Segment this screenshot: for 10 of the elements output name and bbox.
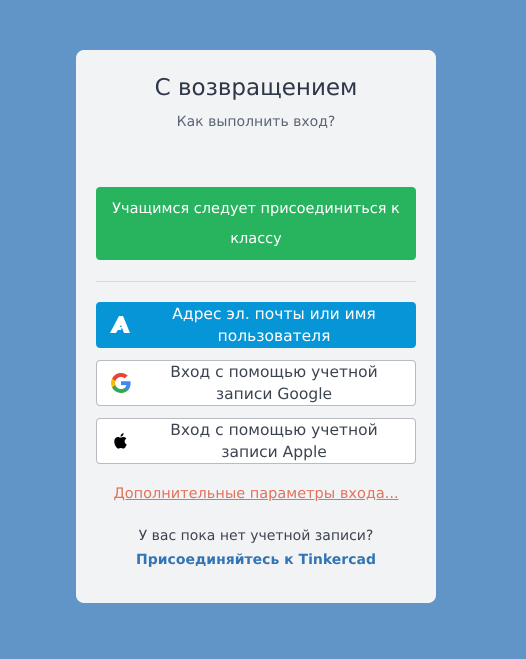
join-class-button[interactable]: Учащимся следует присоединиться к классу (96, 187, 416, 260)
sign-in-button[interactable]: Вход с помощью учетной записи Google (96, 360, 416, 406)
card-subtitle: Как выполнить вход? (176, 114, 336, 130)
join-link[interactable]: Присоединяйтесь к Tinkercad (136, 552, 376, 568)
card-title: С возвращением (154, 74, 358, 103)
more-options-link[interactable]: Дополнительные параметры входа... (113, 486, 399, 502)
no-account-text: У вас пока нет учетной записи? (138, 528, 374, 544)
google-icon (109, 371, 133, 395)
sign-in-button[interactable]: Адрес эл. почты или имя пользователя (96, 302, 416, 348)
sign-in-button[interactable]: Вход с помощью учетной записи Apple (96, 418, 416, 464)
